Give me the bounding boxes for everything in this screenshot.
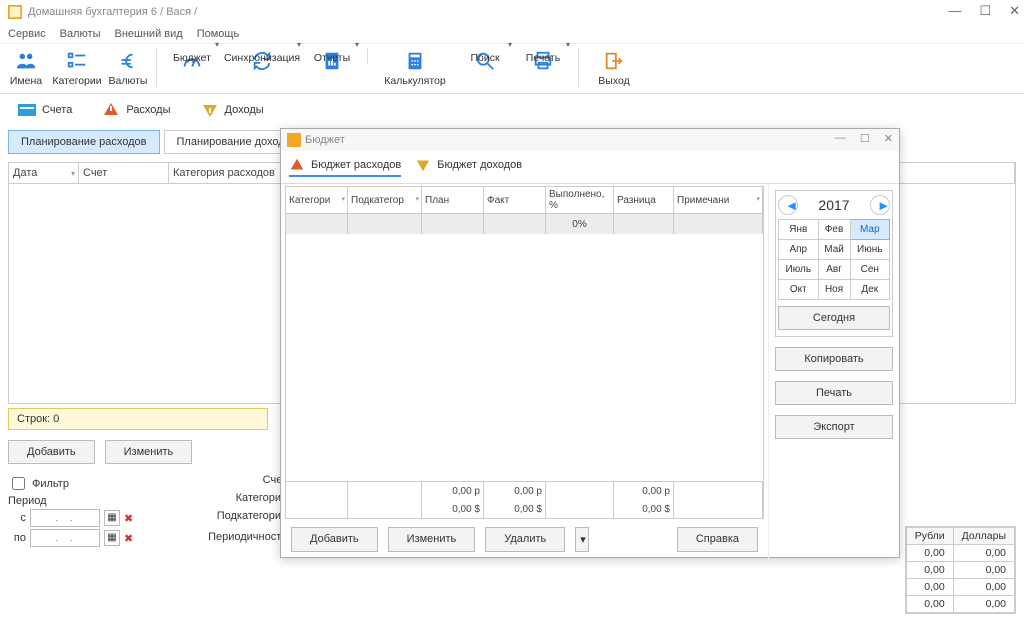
categories-button[interactable]: Категории [48,48,106,87]
minimize-button[interactable]: — [948,3,961,19]
export-button[interactable]: Экспорт [775,415,893,439]
percent-cell: 0% [546,214,614,234]
exit-icon [603,50,625,72]
month-jan[interactable]: Янв [779,220,819,240]
tab-planning[interactable]: Планирование [400,100,495,120]
clear-to-icon[interactable]: ✖ [124,532,133,545]
reports-button[interactable]: ▾ Отчеты [303,48,361,64]
rows-summary: Строк: 0 [8,408,268,430]
print-button[interactable]: ▾ Печать [514,48,572,64]
app-title: Домашняя бухгалтерия 6 / Вася / [28,6,197,18]
currency-summary-table: РублиДоллары 0,000,00 0,000,00 0,000,00 … [905,526,1016,614]
modal-close[interactable]: ✕ [884,132,893,145]
toolbar: Имена Категории Валюты ▾ Бюджет ▾ Синхро… [0,44,1024,94]
col-date[interactable]: Дата▾ [9,163,79,183]
period-label: Период [8,495,178,507]
menu-help[interactable]: Помощь [197,28,240,40]
modal-edit-button[interactable]: Изменить [388,527,476,552]
date-to-input[interactable] [30,529,100,547]
currencies-button[interactable]: Валюты [106,48,150,87]
month-nov[interactable]: Ноя [818,280,850,300]
modal-grid-header: Категори▾ Подкатегор▾ План Факт Выполнен… [285,186,764,214]
month-jun[interactable]: Июнь [850,240,890,260]
today-button[interactable]: Сегодня [778,306,890,330]
month-grid: Янв Фев Мар Апр Май Июнь Июль Авг Се [778,219,890,300]
income-icon [201,101,219,119]
categories-icon [66,50,88,72]
menubar: Сервис Валюты Внешний вид Помощь [0,24,1024,44]
calculator-icon [404,50,426,72]
menu-appearance[interactable]: Внешний вид [115,28,183,40]
modal-help-button[interactable]: Справка [677,527,758,552]
titlebar: Домашняя бухгалтерия 6 / Вася / [0,0,1024,24]
month-dec[interactable]: Дек [850,280,890,300]
tab-expenses[interactable]: Расходы [92,97,180,123]
modal-title: Бюджет [305,134,345,146]
month-oct[interactable]: Окт [779,280,819,300]
month-apr[interactable]: Апр [779,240,819,260]
month-feb[interactable]: Фев [818,220,850,240]
year-label: 2017 [818,197,849,213]
people-icon [15,50,37,72]
month-may[interactable]: Май [818,240,850,260]
tab-income[interactable]: Доходы [191,97,274,123]
clear-from-icon[interactable]: ✖ [124,512,133,525]
income-tab-icon [415,157,431,173]
modal-tab-expenses[interactable]: Бюджет расходов [289,157,401,177]
modal-delete-button[interactable]: Удалить [485,527,565,552]
expenses-tab-icon [289,157,305,173]
names-button[interactable]: Имена [4,48,48,87]
year-prev-button[interactable]: ◄ [778,195,798,215]
month-jul[interactable]: Июль [779,260,819,280]
year-selector: ◄ 2017 ► Янв Фев Мар Апр Май Ию [775,190,893,337]
sync-button[interactable]: ▾ Синхронизация [221,48,303,64]
section-tabs: Счета Расходы Доходы Кредиты и Долги Пла… [0,94,1024,126]
tab-accounts[interactable]: Счета [8,97,82,123]
side-print-button[interactable]: Печать [775,381,893,405]
search-button[interactable]: ▾ Поиск [456,48,514,64]
copy-button[interactable]: Копировать [775,347,893,371]
modal-tab-income[interactable]: Бюджет доходов [415,157,522,177]
expenses-icon [102,101,120,119]
modal-minimize[interactable]: — [835,132,846,145]
filter-checkbox[interactable] [12,477,25,490]
calendar-from-icon[interactable]: ▦ [104,510,120,526]
budget-button[interactable]: ▾ Бюджет [163,48,221,64]
month-mar[interactable]: Мар [850,220,890,240]
budget-modal: Бюджет — ☐ ✕ Бюджет расходов Бюджет дохо… [280,128,900,558]
month-aug[interactable]: Авг [818,260,850,280]
menu-service[interactable]: Сервис [8,28,46,40]
modal-grid-footer: 0,00 р 0,00 р 0,00 р 0,00 $ 0,00 $ 0,00 … [285,482,764,519]
year-next-button[interactable]: ► [870,195,890,215]
calculator-button[interactable]: Калькулятор [374,48,456,87]
menu-currencies[interactable]: Валюты [60,28,101,40]
euro-icon [117,50,139,72]
col-account[interactable]: Счет [79,163,169,183]
accounts-icon [18,101,36,119]
main-edit-button[interactable]: Изменить [105,440,193,464]
close-button[interactable]: ✕ [1009,3,1020,19]
modal-icon [287,133,301,147]
month-sep[interactable]: Сен [850,260,890,280]
modal-add-button[interactable]: Добавить [291,527,378,552]
calendar-to-icon[interactable]: ▦ [104,530,120,546]
tab-credits[interactable]: Кредиты и Долги [284,100,390,120]
maximize-button[interactable]: ☐ [979,3,991,19]
exit-button[interactable]: Выход [585,48,643,87]
main-add-button[interactable]: Добавить [8,440,95,464]
date-from-input[interactable] [30,509,100,527]
subtab-plan-expenses[interactable]: Планирование расходов [8,130,160,154]
modal-maximize[interactable]: ☐ [860,132,870,145]
app-icon [8,5,22,19]
modal-delete-dropdown[interactable]: ▾ [575,527,589,552]
